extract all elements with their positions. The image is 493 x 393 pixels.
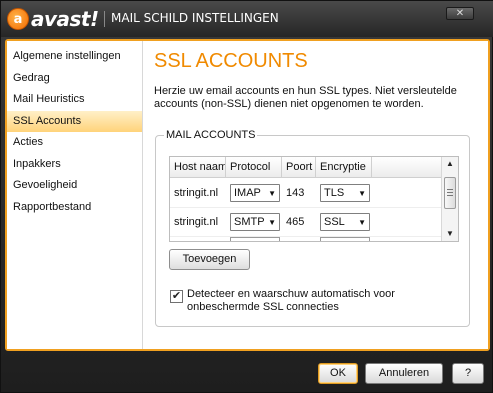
add-account-button[interactable]: Toevoegen [169,249,250,270]
grip-line [447,195,453,196]
sidebar-item-gevoeligheid[interactable]: Gevoeligheid [7,175,142,197]
host-cell-empty [170,237,226,241]
close-icon: ✕ [455,8,465,19]
sidebar-item-ssl-accounts[interactable]: SSL Accounts [7,110,142,132]
chevron-down-icon: ▼ [358,188,366,198]
cancel-button[interactable]: Annuleren [365,363,443,384]
port-cell: 465 [286,216,305,228]
window-title: MAIL SCHILD INSTELLINGEN [111,11,279,25]
sidebar-item-mail-heuristics[interactable]: Mail Heuristics [7,89,142,111]
port-cell: 143 [286,187,305,199]
table-row-partial [170,237,442,241]
sidebar-item-inpakkers[interactable]: Inpakkers [7,154,142,176]
column-header-filler [372,157,442,178]
page-description: Herzie uw email accounts en hun SSL type… [154,85,457,110]
column-header-port[interactable]: Poort [282,157,316,178]
grip-line [447,189,453,190]
table-row[interactable]: stringit.nl SMTP ▼ 465 SSL ▼ [170,208,442,237]
auto-detect-label[interactable]: Detecteer en waarschuw automatisch voor … [187,288,407,314]
encryption-cell: SSL ▼ [316,208,372,236]
protocol-cell: IMAP ▼ [226,179,282,207]
settings-window: a avast! MAIL SCHILD INSTELLINGEN ✕ Alge… [0,0,493,393]
sidebar-item-algemene-instellingen[interactable]: Algemene instellingen [7,46,142,68]
column-header-encryption[interactable]: Encryptie [316,157,372,178]
chevron-down-icon: ▼ [268,217,276,227]
sidebar: Algemene instellingen Gedrag Mail Heuris… [7,41,143,349]
column-header-host[interactable]: Host naam [170,157,226,178]
protocol-cell: SMTP ▼ [226,208,282,236]
encryption-cell-empty [316,237,372,241]
sidebar-item-rapportbestand[interactable]: Rapportbestand [7,197,142,219]
avast-logo-text: avast! [31,7,99,31]
checkmark-icon: ✔ [171,290,182,302]
encryption-value: SSL [324,216,345,228]
dropdown-stub [320,237,370,241]
port-cell-empty [282,237,316,241]
auto-detect-option: ✔ Detecteer en waarschuw automatisch voo… [170,288,460,314]
sidebar-item-acties[interactable]: Acties [7,132,142,154]
page-title: SSL ACCOUNTS [154,50,308,72]
close-button[interactable]: ✕ [446,7,474,20]
column-header-protocol[interactable]: Protocol [226,157,282,178]
group-label: MAIL ACCOUNTS [164,129,258,141]
protocol-dropdown[interactable]: SMTP ▼ [230,213,280,231]
encryption-value: TLS [324,187,345,199]
protocol-value: IMAP [234,187,261,199]
main-panel: SSL ACCOUNTS Herzie uw email accounts en… [143,41,488,349]
button-bar: OK Annuleren ? [1,353,493,393]
scroll-down-icon[interactable]: ▼ [442,227,458,241]
grip-line [447,192,453,193]
protocol-dropdown[interactable]: IMAP ▼ [230,184,280,202]
title-separator [104,11,105,27]
content-panel: Algemene instellingen Gedrag Mail Heuris… [5,39,490,351]
avast-logo-icon: a [7,8,29,30]
protocol-value: SMTP [234,216,265,228]
host-cell: stringit.nl [174,187,219,199]
scroll-up-icon[interactable]: ▲ [442,157,458,171]
encryption-dropdown[interactable]: SSL ▼ [320,213,370,231]
table-scrollbar[interactable]: ▲ ▼ [441,157,458,241]
table-row[interactable]: stringit.nl IMAP ▼ 143 TLS ▼ [170,179,442,208]
mail-accounts-group: MAIL ACCOUNTS Host naam Protocol Poort E… [155,129,470,327]
help-button[interactable]: ? [452,363,484,384]
auto-detect-checkbox[interactable]: ✔ [170,290,183,303]
avast-logo: a avast! [7,7,99,31]
protocol-cell-empty [226,237,282,241]
ok-button[interactable]: OK [318,363,358,384]
encryption-cell: TLS ▼ [316,179,372,207]
encryption-dropdown[interactable]: TLS ▼ [320,184,370,202]
dropdown-stub [230,237,280,241]
scrollbar-thumb[interactable] [444,177,456,209]
sidebar-item-gedrag[interactable]: Gedrag [7,68,142,90]
table-header: Host naam Protocol Poort Encryptie [170,157,442,178]
title-bar: a avast! MAIL SCHILD INSTELLINGEN ✕ [1,1,493,37]
host-cell: stringit.nl [174,216,219,228]
chevron-down-icon: ▼ [268,188,276,198]
table-body: stringit.nl IMAP ▼ 143 TLS ▼ stringit.nl… [170,179,442,241]
accounts-table: Host naam Protocol Poort Encryptie strin… [169,156,459,242]
chevron-down-icon: ▼ [358,217,366,227]
